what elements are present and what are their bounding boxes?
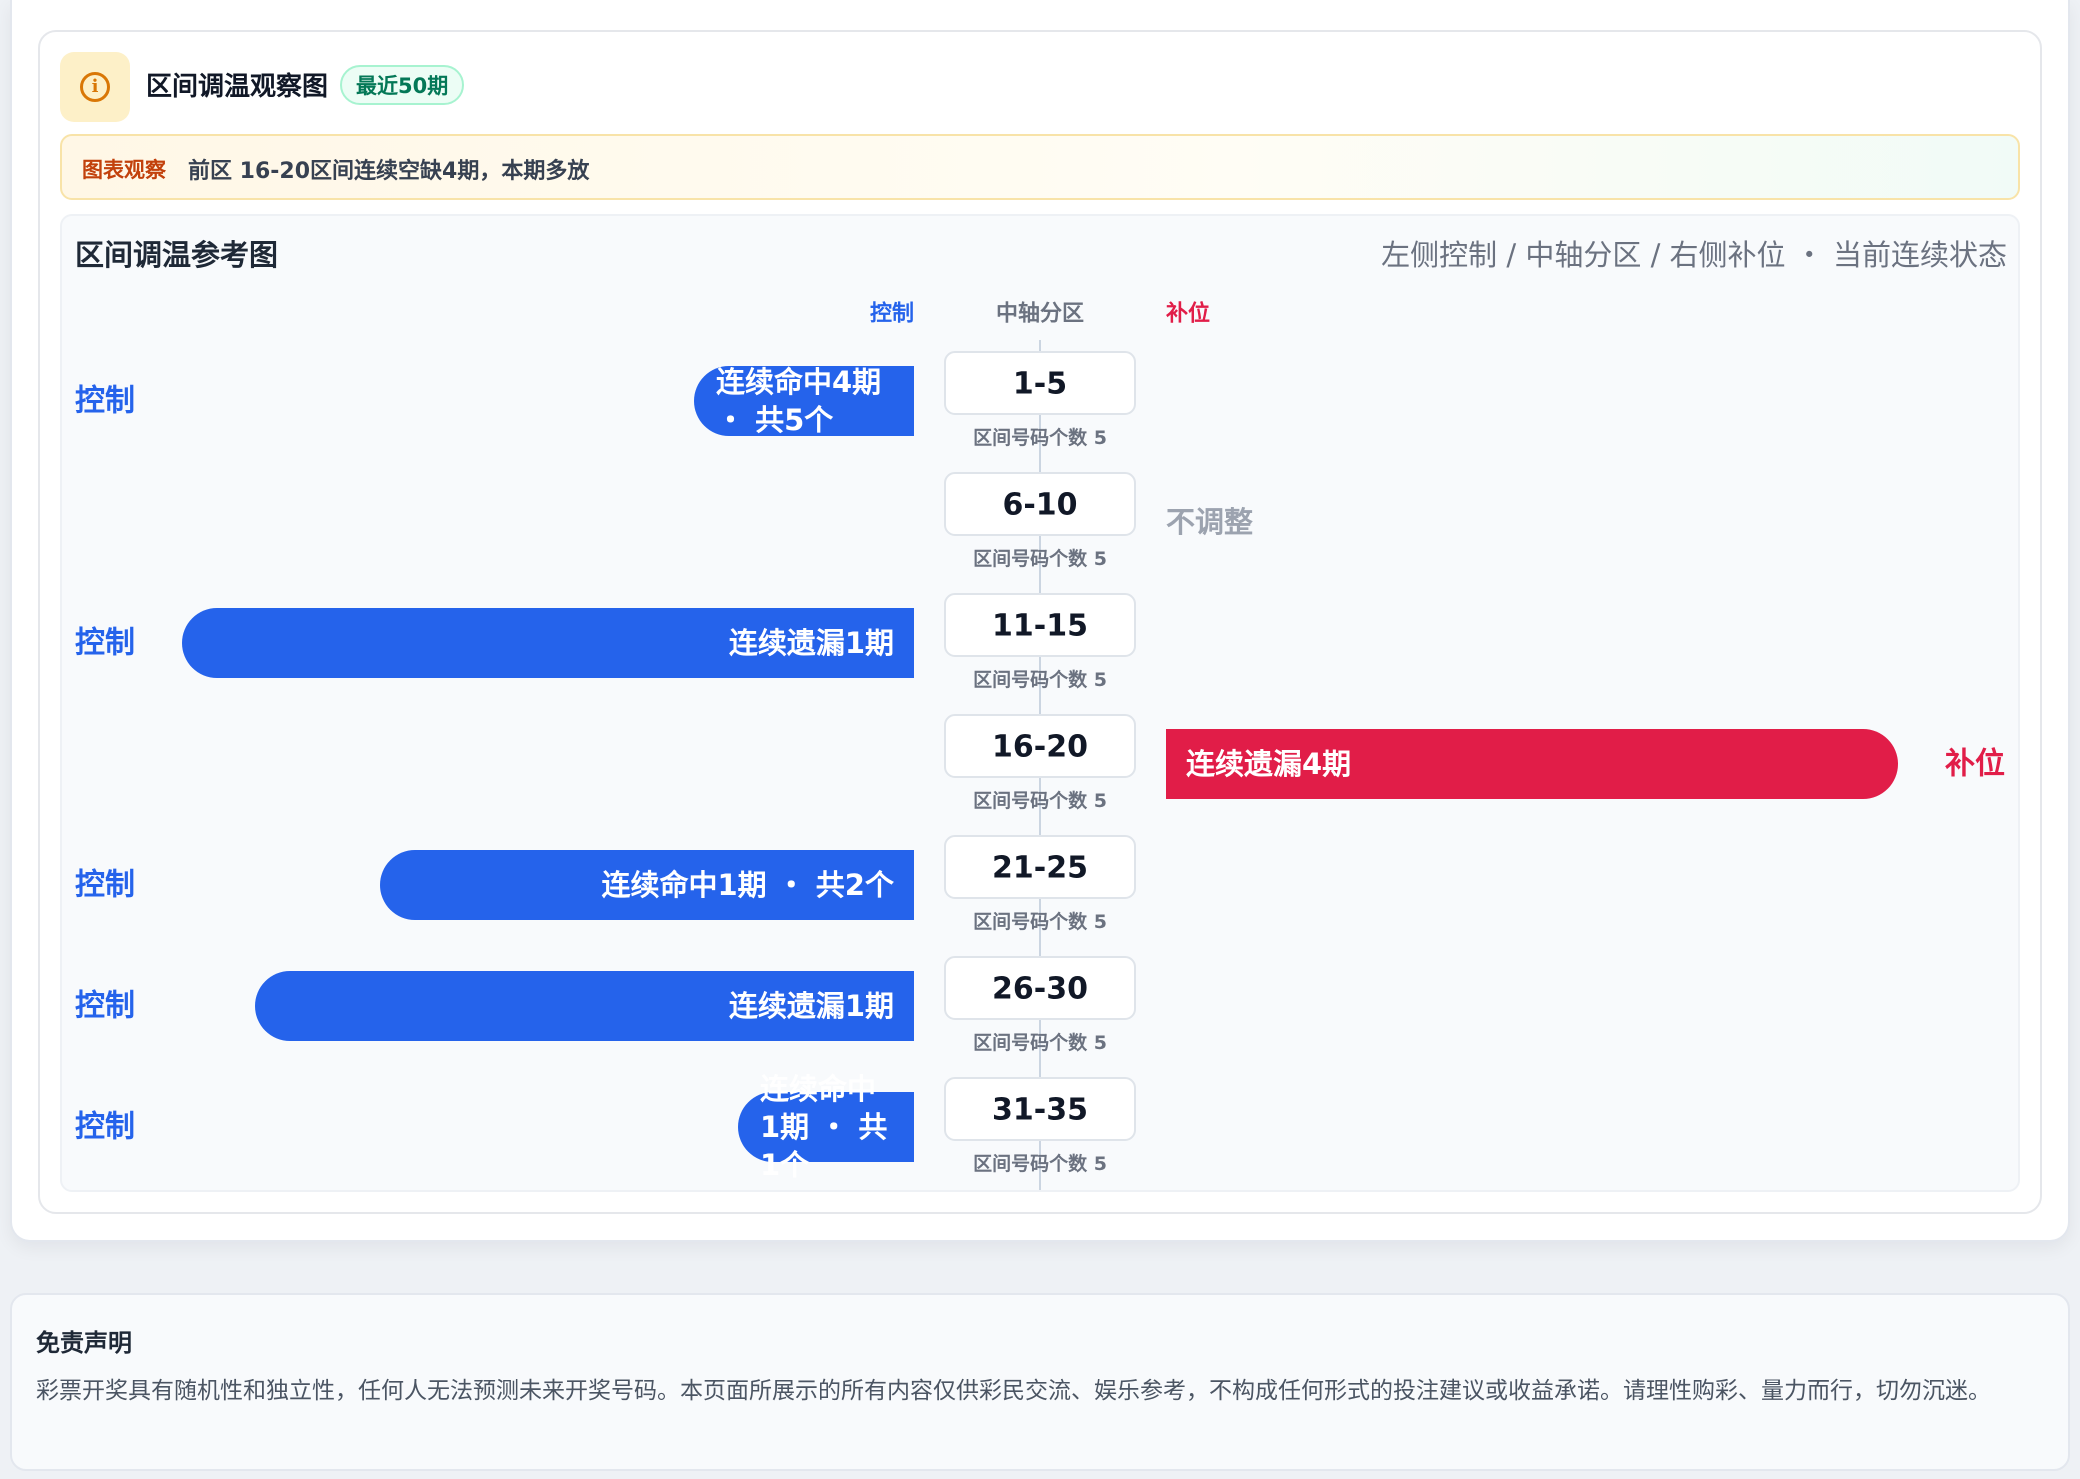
side-label-control: 控制 bbox=[75, 1110, 135, 1145]
zone-count-note: 区间号码个数 5 bbox=[973, 668, 1107, 691]
side-label-control: 控制 bbox=[75, 989, 135, 1024]
zone-label: 6-10 bbox=[1002, 488, 1077, 523]
zone-label: 31-35 bbox=[992, 1093, 1088, 1128]
bar-label: 连续命中 bbox=[760, 1072, 876, 1106]
bar-label: 1期 ・ 共 bbox=[760, 1110, 887, 1144]
bar-label: 连续命中4期 bbox=[716, 365, 881, 399]
bar-label: 连续命中1期 ・ 共2个 bbox=[601, 868, 895, 902]
side-label-control: 控制 bbox=[75, 868, 135, 903]
bar-label: 1个 bbox=[760, 1148, 810, 1182]
side-label-control: 控制 bbox=[75, 626, 135, 661]
zone-label: 1-5 bbox=[1013, 367, 1067, 402]
column-label-axis: 中轴分区 bbox=[996, 301, 1084, 327]
bar-label: 连续遗漏4期 bbox=[1186, 747, 1351, 781]
zone-label: 11-15 bbox=[992, 609, 1088, 644]
side-label-fill: 补位 bbox=[1945, 747, 2005, 782]
zone-count-note: 区间号码个数 5 bbox=[973, 547, 1107, 570]
zone-count-note: 区间号码个数 5 bbox=[973, 789, 1107, 812]
disclaimer-panel: 免责声明 彩票开奖具有随机性和独立性，任何人无法预测未来开奖号码。本页面所展示的… bbox=[10, 1293, 2070, 1471]
zone-temperature-chart: 控制 中轴分区 补位1-5区间号码个数 5控制连续命中4期・ 共5个6-10区间号码… bbox=[75, 301, 2005, 1190]
zone-label: 26-30 bbox=[992, 972, 1088, 1007]
disclaimer-text: 彩票开奖具有随机性和独立性，任何人无法预测未来开奖号码。本页面所展示的所有内容仅… bbox=[36, 1378, 1991, 1404]
zone-label: 21-25 bbox=[992, 851, 1088, 886]
bar-label: 连续遗漏1期 bbox=[729, 989, 894, 1023]
zone-count-note: 区间号码个数 5 bbox=[973, 426, 1107, 449]
zone-label: 16-20 bbox=[992, 730, 1088, 765]
bar-label: 连续遗漏1期 bbox=[729, 626, 894, 660]
column-label-fill: 补位 bbox=[1165, 301, 1210, 327]
no-adjust-label: 不调整 bbox=[1166, 505, 1253, 539]
zone-count-note: 区间号码个数 5 bbox=[973, 1152, 1107, 1175]
column-label-control: 控制 bbox=[870, 301, 914, 327]
zone-count-note: 区间号码个数 5 bbox=[973, 1031, 1107, 1054]
disclaimer-title: 免责声明 bbox=[36, 1329, 132, 1357]
zone-count-note: 区间号码个数 5 bbox=[973, 910, 1107, 933]
bar-label: ・ 共5个 bbox=[716, 403, 834, 437]
side-label-control: 控制 bbox=[75, 384, 135, 419]
